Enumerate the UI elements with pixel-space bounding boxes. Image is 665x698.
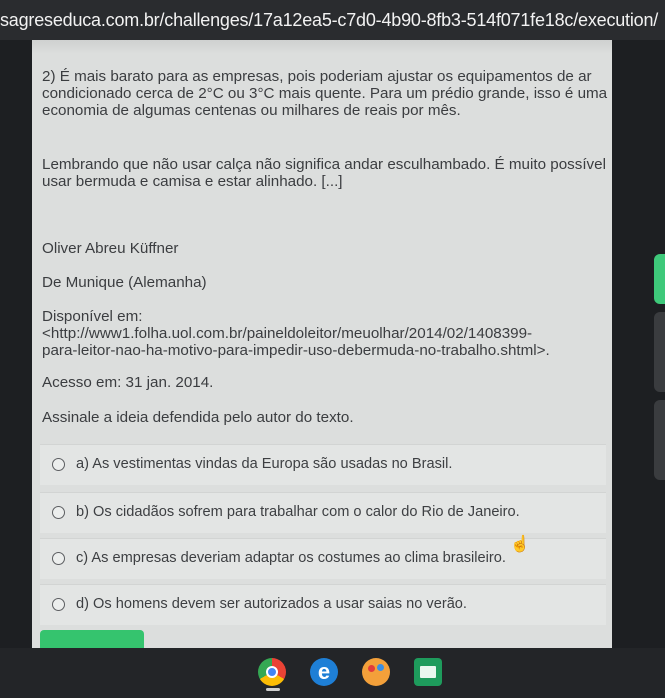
option-a[interactable]: a) As vestimentas vindas da Europa são u…	[40, 444, 606, 485]
radio-button[interactable]	[52, 598, 65, 611]
radio-button[interactable]	[52, 506, 65, 519]
source-url-line-1: <http://www1.folha.uol.com.br/paineldole…	[42, 325, 533, 342]
paragraph-3: Lembrando que não usar calça não signifi…	[42, 156, 606, 190]
option-d[interactable]: d) Os homens devem ser autorizados a usa…	[40, 584, 606, 625]
radio-button[interactable]	[52, 458, 65, 471]
side-panel-tab[interactable]	[654, 400, 665, 480]
classroom-icon[interactable]	[414, 658, 442, 686]
author-location: De Munique (Alemanha)	[42, 274, 207, 291]
question-page: 2) É mais barato para as empresas, pois …	[32, 40, 612, 648]
option-b[interactable]: b) Os cidadãos sofrem para trabalhar com…	[40, 492, 606, 533]
active-app-indicator	[266, 688, 280, 691]
option-label: b) Os cidadãos sofrem para trabalhar com…	[76, 504, 520, 520]
hand-cursor-icon: ☝	[510, 536, 530, 553]
option-label: d) Os homens devem ser autorizados a usa…	[76, 596, 467, 612]
source-url-line-2: para-leitor-nao-ha-motivo-para-impedir-u…	[42, 342, 550, 359]
edge-icon[interactable]: e	[310, 658, 338, 686]
chrome-icon[interactable]	[258, 658, 286, 686]
scroll-handle[interactable]	[654, 254, 665, 304]
source-reference: Disponível em: <http://www1.folha.uol.co…	[42, 308, 610, 359]
question-prompt: Assinale a ideia defendida pelo autor do…	[42, 409, 354, 426]
option-label: a) As vestimentas vindas da Europa são u…	[76, 456, 453, 472]
author-name: Oliver Abreu Küffner	[42, 240, 179, 257]
access-date: Acesso em: 31 jan. 2014.	[42, 374, 214, 391]
submit-button[interactable]	[40, 630, 144, 648]
side-panel-tab[interactable]	[654, 312, 665, 392]
option-label: c) As empresas deveriam adaptar os costu…	[76, 550, 506, 566]
address-bar[interactable]: sagreseduca.com.br/challenges/17a12ea5-c…	[0, 0, 665, 40]
clipped-text-line	[32, 40, 612, 54]
radio-button[interactable]	[52, 552, 65, 565]
available-label: Disponível em:	[42, 308, 143, 325]
paragraph-2: 2) É mais barato para as empresas, pois …	[42, 68, 608, 119]
paint-icon[interactable]	[362, 658, 390, 686]
